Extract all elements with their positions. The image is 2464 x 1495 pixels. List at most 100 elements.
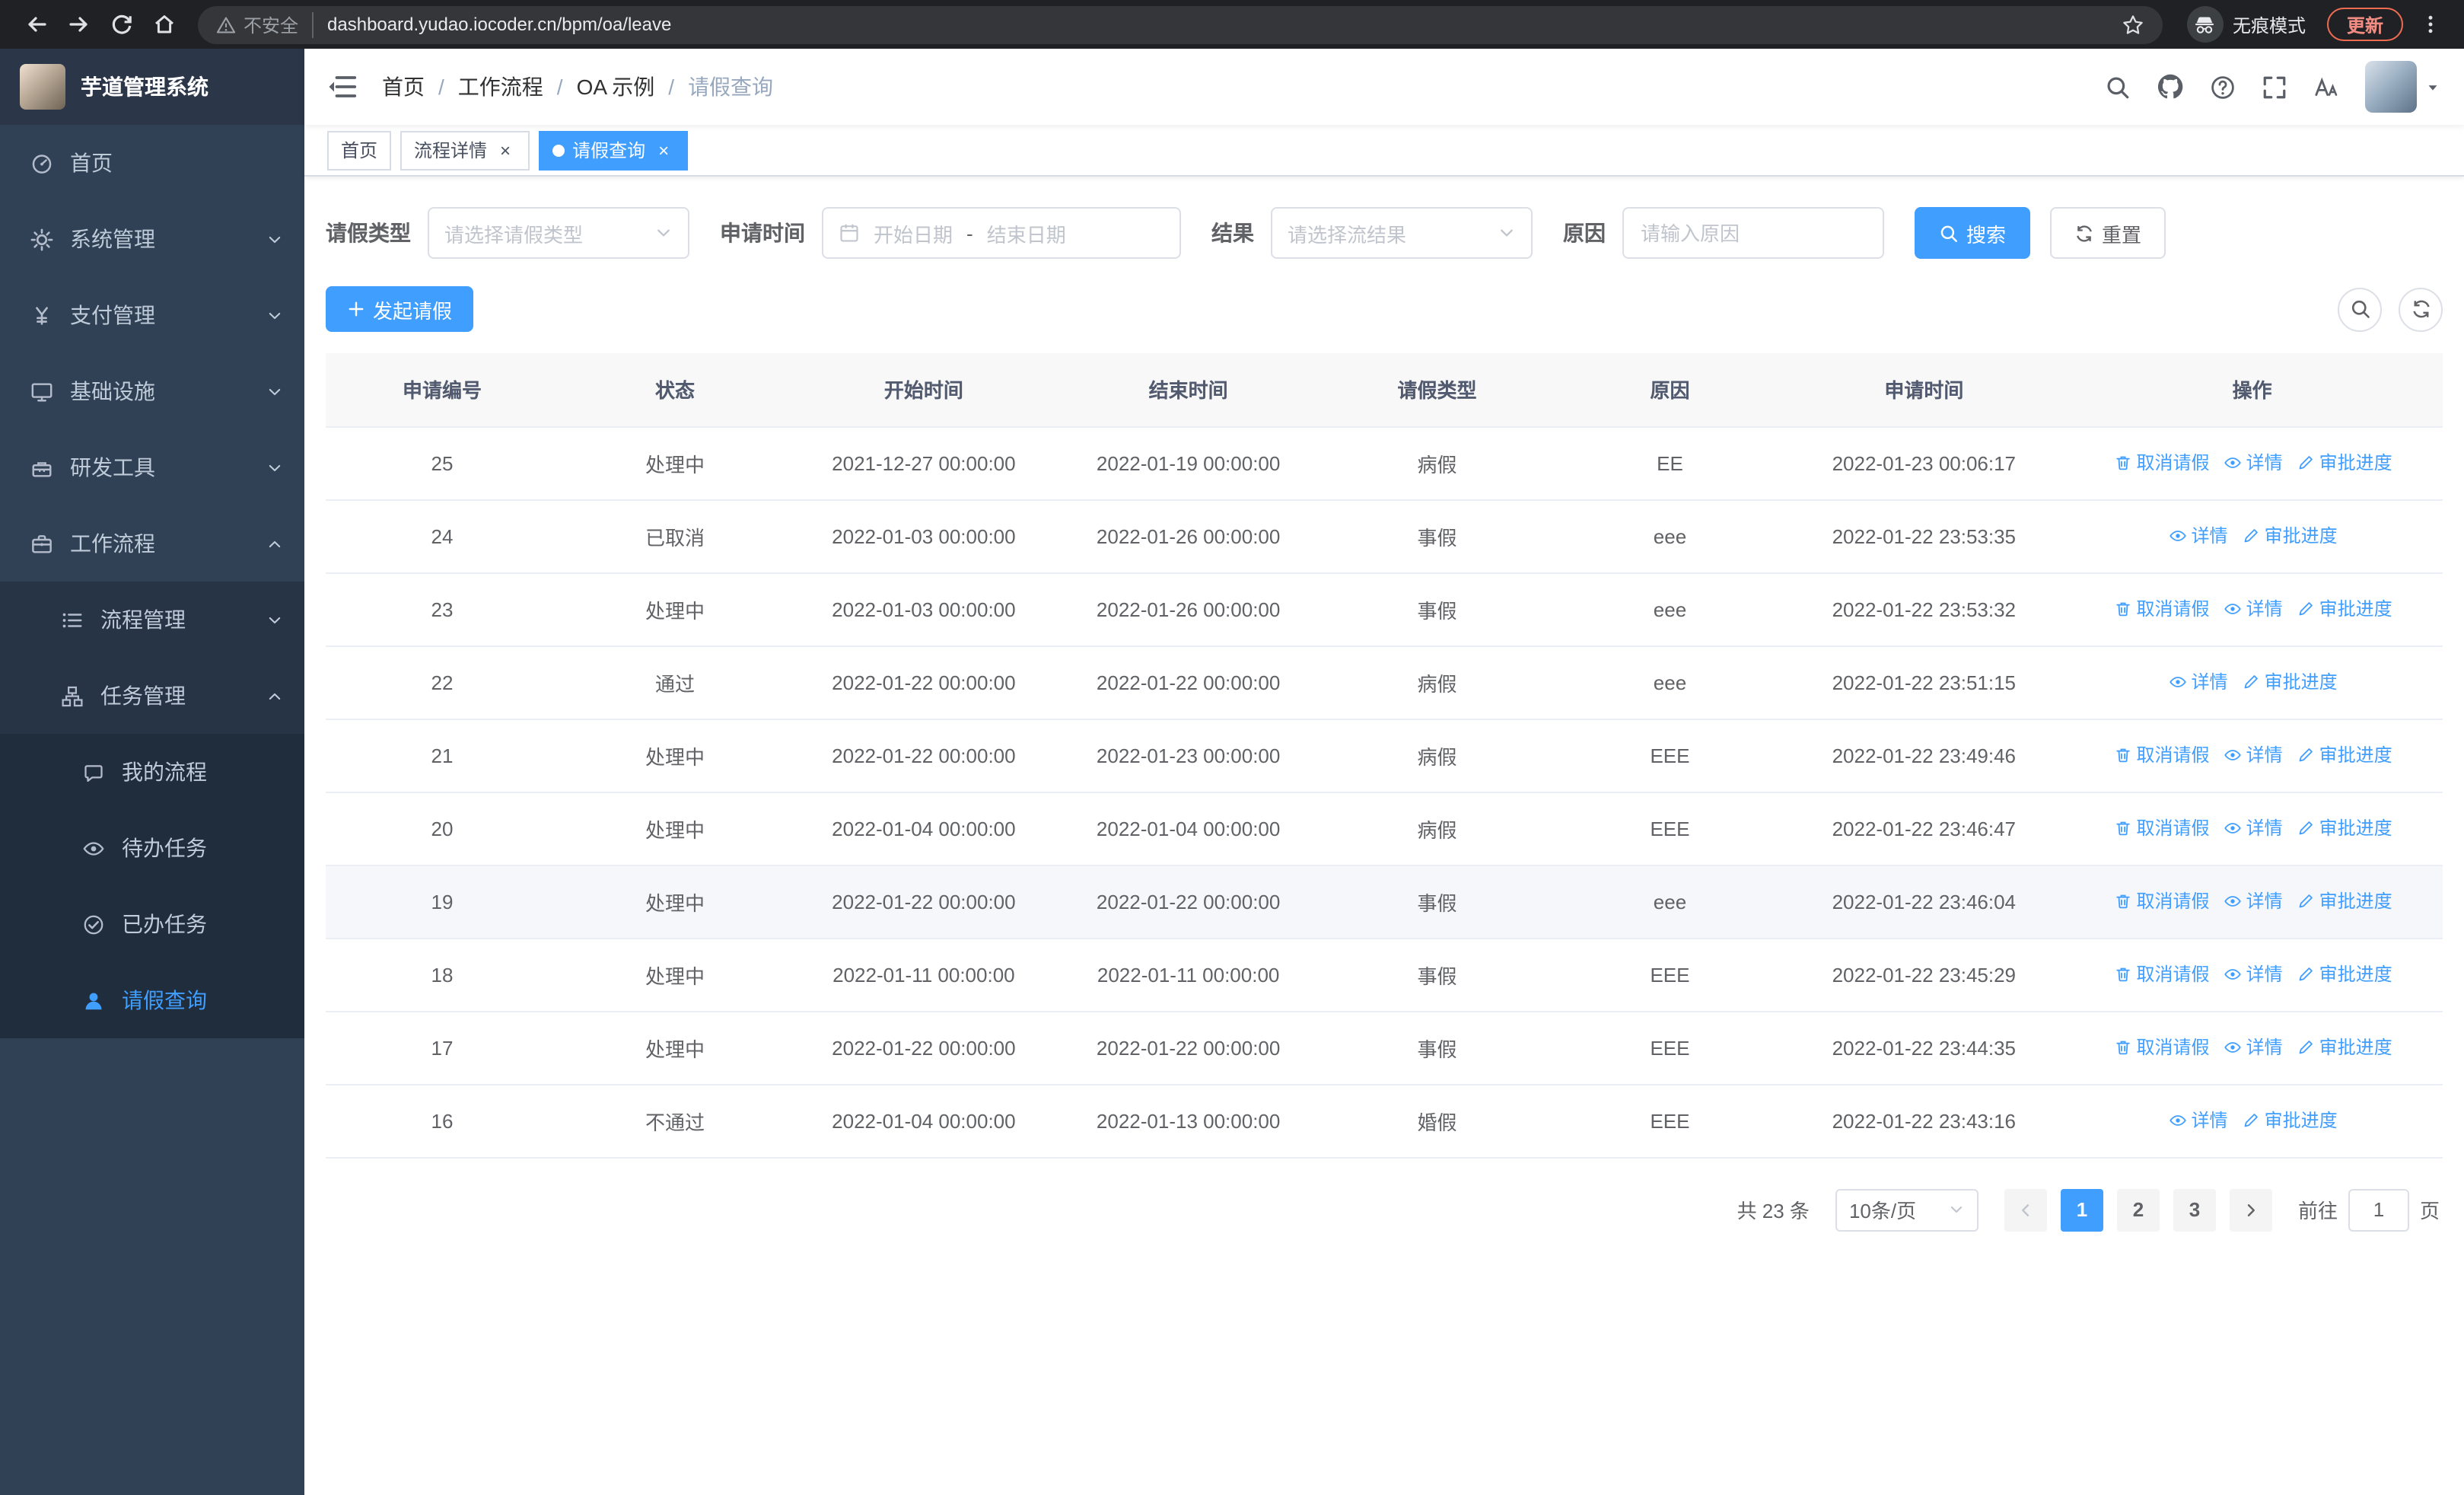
browser-back-button[interactable] (15, 3, 58, 46)
edit-icon (2297, 965, 2315, 983)
cell-id: 21 (326, 719, 559, 792)
eye-icon (2169, 673, 2187, 691)
sidebar-logo[interactable]: 芋道管理系统 (0, 49, 304, 125)
sidebar-item-5[interactable]: 工作流程 (0, 505, 304, 582)
search-button[interactable]: 搜索 (1915, 207, 2031, 259)
page-size-select[interactable]: 10条/页 (1835, 1188, 1979, 1231)
browser-update-button[interactable]: 更新 (2326, 8, 2403, 41)
date-range-picker[interactable]: 开始日期 - 结束日期 (822, 207, 1181, 259)
reason-input[interactable] (1622, 207, 1884, 259)
progress-action[interactable]: 审批进度 (2242, 523, 2338, 549)
reset-button[interactable]: 重置 (2050, 207, 2166, 259)
leave-type-select[interactable]: 请选择请假类型 (428, 207, 689, 259)
progress-action[interactable]: 审批进度 (2297, 596, 2392, 622)
detail-action[interactable]: 详情 (2169, 1108, 2228, 1133)
user-menu[interactable] (2365, 61, 2441, 113)
sidebar-item-8[interactable]: 我的流程 (0, 734, 304, 810)
detail-action[interactable]: 详情 (2224, 888, 2283, 914)
sidebar-item-6[interactable]: 流程管理 (0, 582, 304, 658)
eye-icon (2224, 600, 2242, 618)
search-icon[interactable] (2105, 74, 2131, 100)
toggle-search-button[interactable] (2338, 287, 2382, 331)
result-select[interactable]: 请选择流结果 (1271, 207, 1533, 259)
create-leave-label: 发起请假 (373, 299, 453, 322)
tab-label: 首页 (341, 140, 378, 161)
cancel-action[interactable]: 取消请假 (2114, 742, 2210, 768)
cancel-action[interactable]: 取消请假 (2114, 450, 2210, 476)
address-bar[interactable]: 不安全 dashboard.yudao.iocoder.cn/bpm/oa/le… (198, 5, 2163, 43)
detail-action[interactable]: 详情 (2224, 596, 2283, 622)
sidebar-item-10[interactable]: 已办任务 (0, 886, 304, 962)
goto-page-input[interactable] (2348, 1188, 2409, 1231)
sidebar-item-4[interactable]: 研发工具 (0, 429, 304, 505)
close-icon[interactable]: × (495, 139, 516, 161)
sidebar-item-label: 任务管理 (100, 684, 186, 708)
sidebar-item-3[interactable]: 基础设施 (0, 353, 304, 429)
cancel-action-label: 取消请假 (2136, 1037, 2210, 1059)
font-size-icon[interactable] (2313, 74, 2339, 100)
sidebar-toggle-button[interactable] (327, 72, 358, 102)
progress-action[interactable]: 审批进度 (2297, 815, 2392, 841)
navbar-actions (2105, 61, 2441, 113)
refresh-icon (2410, 298, 2431, 320)
progress-action-label: 审批进度 (2319, 598, 2392, 620)
tab-2[interactable]: 请假查询 × (539, 130, 689, 170)
cancel-action[interactable]: 取消请假 (2114, 596, 2210, 622)
breadcrumb-item[interactable]: OA 示例 (577, 72, 655, 102)
sidebar-item-9[interactable]: 待办任务 (0, 810, 304, 886)
tab-0[interactable]: 首页 (327, 130, 392, 170)
sidebar: 芋道管理系统 首页系统管理 支付管理 基础设施 研发工具 工作流程 流程管理任务管理我的流… (0, 49, 304, 1495)
cell-type: 病假 (1320, 792, 1554, 865)
detail-action[interactable]: 详情 (2224, 450, 2283, 476)
browser-reload-button[interactable] (100, 3, 143, 46)
next-page-button[interactable] (2229, 1188, 2272, 1231)
cancel-action[interactable]: 取消请假 (2114, 961, 2210, 987)
breadcrumb-item[interactable]: 工作流程 (458, 72, 543, 102)
fullscreen-icon[interactable] (2262, 74, 2287, 100)
detail-action[interactable]: 详情 (2169, 669, 2228, 695)
progress-action[interactable]: 审批进度 (2242, 1108, 2338, 1133)
chevron-down-icon (1498, 224, 1516, 242)
table-row: 25 处理中 2021-12-27 00:00:00 2022-01-19 00:00… (326, 426, 2443, 500)
site-security-chip[interactable]: 不安全 (216, 11, 314, 37)
sidebar-item-label: 首页 (70, 151, 113, 175)
progress-action[interactable]: 审批进度 (2297, 742, 2392, 768)
progress-action[interactable]: 审批进度 (2297, 1034, 2392, 1060)
page-button-2[interactable]: 2 (2116, 1188, 2160, 1231)
progress-action-label: 审批进度 (2319, 1037, 2392, 1059)
browser-menu-button[interactable] (2412, 3, 2449, 46)
progress-action[interactable]: 审批进度 (2297, 961, 2392, 987)
cancel-action[interactable]: 取消请假 (2114, 888, 2210, 914)
sidebar-item-11[interactable]: 请假查询 (0, 962, 304, 1038)
detail-action[interactable]: 详情 (2224, 1034, 2283, 1060)
prev-page-button[interactable] (2004, 1188, 2047, 1231)
github-icon[interactable] (2157, 73, 2184, 100)
page-button-3[interactable]: 3 (2173, 1188, 2216, 1231)
bookmark-star-button[interactable] (2114, 5, 2154, 44)
page-button-1[interactable]: 1 (2060, 1188, 2103, 1231)
detail-action[interactable]: 详情 (2224, 815, 2283, 841)
sidebar-item-7[interactable]: 任务管理 (0, 658, 304, 734)
browser-home-button[interactable] (143, 3, 186, 46)
refresh-table-button[interactable] (2399, 287, 2443, 331)
chevron-up-icon (266, 535, 283, 552)
cell-end: 2022-01-23 00:00:00 (1055, 719, 1321, 792)
cancel-action[interactable]: 取消请假 (2114, 1034, 2210, 1060)
breadcrumb-item[interactable]: 首页 (382, 72, 425, 102)
detail-action[interactable]: 详情 (2224, 961, 2283, 987)
create-leave-button[interactable]: 发起请假 (326, 286, 474, 332)
cell-id: 16 (326, 1084, 559, 1158)
progress-action[interactable]: 审批进度 (2242, 669, 2338, 695)
progress-action[interactable]: 审批进度 (2297, 450, 2392, 476)
sidebar-item-0[interactable]: 首页 (0, 125, 304, 201)
cancel-action[interactable]: 取消请假 (2114, 815, 2210, 841)
tab-1[interactable]: 流程详情 × (400, 130, 530, 170)
detail-action[interactable]: 详情 (2169, 523, 2228, 549)
progress-action[interactable]: 审批进度 (2297, 888, 2392, 914)
help-icon[interactable] (2210, 74, 2236, 100)
browser-forward-button[interactable] (58, 3, 100, 46)
sidebar-item-2[interactable]: 支付管理 (0, 277, 304, 353)
sidebar-item-1[interactable]: 系统管理 (0, 201, 304, 277)
detail-action[interactable]: 详情 (2224, 742, 2283, 768)
close-icon[interactable]: × (653, 139, 674, 161)
